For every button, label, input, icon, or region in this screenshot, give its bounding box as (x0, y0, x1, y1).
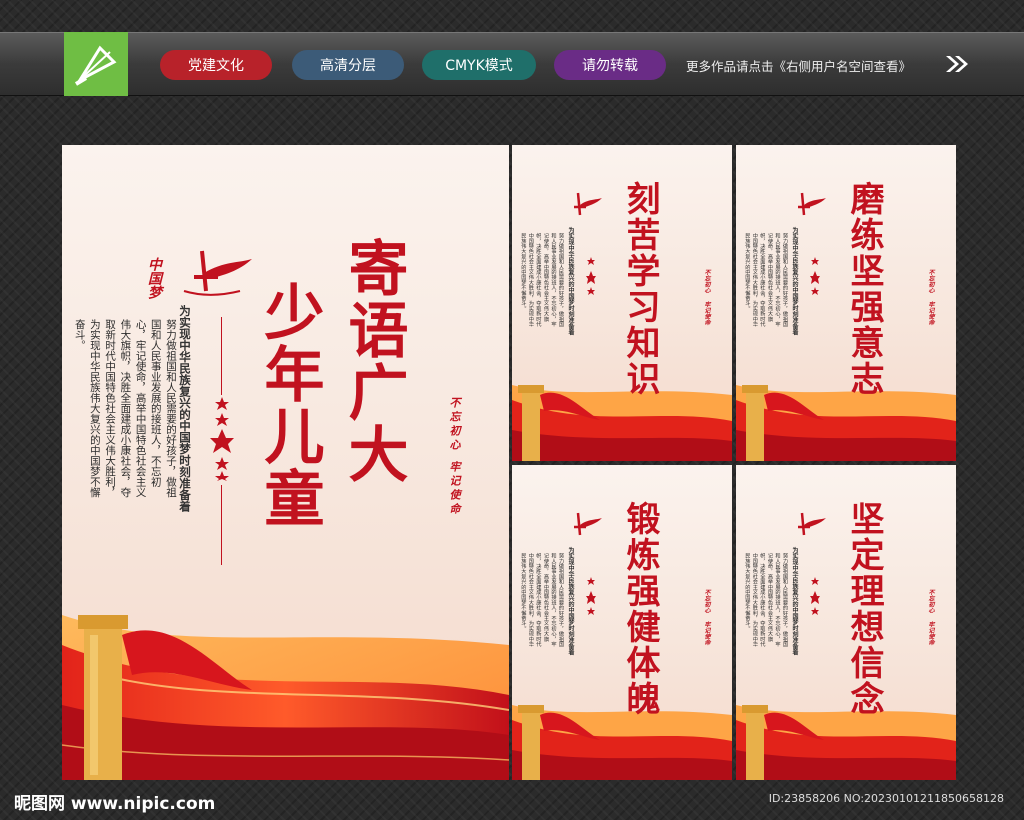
small-body-text: 努力做祖国和人民需要的好孩子，做祖国和人民事业发展的接班人，不忘初心，牢记使命，… (744, 553, 788, 647)
star-group (810, 577, 820, 615)
logo-text: 中国梦 (146, 257, 162, 299)
china-dream-logo: 中国梦 (144, 231, 254, 301)
star-group (586, 257, 596, 295)
double-chevron-right-icon[interactable] (944, 54, 970, 74)
seal-col2: 牢记使命 (703, 621, 710, 645)
main-title-col1: 寄语广大 (338, 237, 408, 485)
small-body-text: 努力做祖国和人民需要的好孩子，做祖国和人民事业发展的接班人，不忘初心，牢记使命，… (520, 553, 564, 647)
small-poster: 磨练坚强意志 为实现中华民族复兴的中国梦时刻准备着 努力做祖国和人民需要的好孩子… (736, 145, 956, 461)
china-dream-brush-icon (574, 512, 602, 536)
small-subtitle: 为实现中华民族复兴的中国梦时刻准备着 (567, 547, 574, 655)
main-subtitle: 为实现中华民族复兴的中国梦时刻准备着 (178, 305, 192, 512)
small-body-text: 努力做祖国和人民需要的好孩子，做祖国和人民事业发展的接班人，不忘初心，牢记使命，… (744, 233, 788, 327)
seal-col2: 牢记使命 (927, 301, 934, 325)
pen-logo-icon (74, 45, 117, 86)
small-poster-title: 锻炼强健体魄 (620, 501, 660, 717)
china-dream-brush-icon (574, 192, 602, 216)
tag-cmyk[interactable]: CMYK模式 (422, 50, 536, 80)
small-poster-title: 坚定理想信念 (844, 501, 884, 717)
divider-line (221, 317, 222, 395)
seal-col2: 牢记使命 (927, 621, 934, 645)
small-subtitle: 为实现中华民族复兴的中国梦时刻准备着 (791, 547, 798, 655)
main-body-text: 努力做祖国和人民需要的好孩子，做祖国和人民事业发展的接班人，不忘初心，牢记使命，… (73, 319, 177, 498)
star-group (210, 397, 234, 481)
small-poster: 锻炼强健体魄 为实现中华民族复兴的中国梦时刻准备着 努力做祖国和人民需要的好孩子… (512, 465, 732, 780)
main-title-col2: 少年儿童 (254, 281, 324, 529)
seal-col1: 不忘初心 (448, 397, 461, 453)
seal-col2: 牢记使命 (448, 461, 461, 517)
small-subtitle: 为实现中华民族复兴的中国梦时刻准备着 (567, 227, 574, 335)
seal-col1: 不忘初心 (703, 589, 710, 613)
main-poster: 中国梦 寄语广大 少年儿童 不忘初心 牢记使命 为实现中华民族复兴的中国梦时刻准… (62, 145, 509, 780)
china-dream-brush-icon (798, 512, 826, 536)
tag-hd-layers[interactable]: 高清分层 (292, 50, 404, 80)
seal-col1: 不忘初心 (703, 269, 710, 293)
seal-col2: 牢记使命 (703, 301, 710, 325)
tag-no-repost[interactable]: 请勿转载 (554, 50, 666, 80)
china-dream-brush-icon (798, 192, 826, 216)
small-poster-title: 刻苦学习知识 (620, 181, 660, 397)
small-body-text: 努力做祖国和人民需要的好孩子，做祖国和人民事业发展的接班人，不忘初心，牢记使命，… (520, 233, 564, 327)
seal-col1: 不忘初心 (927, 269, 934, 293)
site-watermark: 昵图网 www.nipic.com (14, 794, 216, 814)
nipic-logo[interactable] (64, 32, 128, 96)
more-works-link[interactable]: 更多作品请点击《右侧用户名空间查看》 (686, 56, 911, 75)
small-subtitle: 为实现中华民族复兴的中国梦时刻准备着 (791, 227, 798, 335)
small-poster-title: 磨练坚强意志 (844, 181, 884, 397)
divider-line (221, 485, 222, 565)
image-id-text: ID:23858206 NO:20230101211850658128 (768, 792, 1004, 805)
tag-party-culture[interactable]: 党建文化 (160, 50, 272, 80)
small-poster: 坚定理想信念 为实现中华民族复兴的中国梦时刻准备着 努力做祖国和人民需要的好孩子… (736, 465, 956, 780)
seal-col1: 不忘初心 (927, 589, 934, 613)
star-group (810, 257, 820, 295)
small-poster: 刻苦学习知识 为实现中华民族复兴的中国梦时刻准备着 努力做祖国和人民需要的好孩子… (512, 145, 732, 461)
star-group (586, 577, 596, 615)
